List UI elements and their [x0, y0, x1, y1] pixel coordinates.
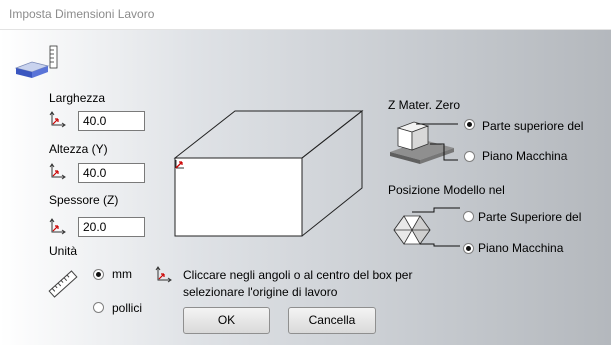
model-position-label: Posizione Modello nel — [388, 183, 505, 197]
window-title: Imposta Dimensioni Lavoro — [9, 7, 155, 21]
axis-origin-icon — [49, 111, 66, 128]
model-top-label: Parte Superiore del — [478, 210, 582, 224]
width-field[interactable] — [78, 111, 145, 131]
units-mm-radio[interactable] — [93, 269, 104, 280]
height-label: Altezza (Y) — [49, 142, 108, 156]
width-label: Larghezza — [49, 91, 106, 105]
z-zero-bed-label: Piano Macchina — [482, 149, 568, 163]
hint-line-1: Cliccare negli angoli o al centro del bo… — [183, 268, 413, 282]
units-label: Unità — [49, 244, 78, 258]
model-top-radio[interactable] — [463, 211, 474, 222]
hint-line-2: selezionare l'origine di lavoro — [183, 285, 338, 299]
dialog-body: Larghezza Altezza (Y) Spessore (Z) Unità — [0, 30, 611, 345]
model-position-icon — [393, 207, 460, 247]
z-zero-label: Z Mater. Zero — [388, 98, 461, 112]
thickness-label: Spessore (Z) — [49, 193, 119, 207]
height-field[interactable] — [78, 163, 145, 183]
model-bed-radio[interactable] — [463, 243, 474, 254]
cancel-button[interactable]: Cancella — [288, 307, 376, 334]
model-bed-label: Piano Macchina — [478, 241, 564, 255]
z-zero-top-label: Parte superiore del — [482, 119, 584, 133]
z-zero-bed-radio[interactable] — [464, 151, 475, 162]
units-inch-radio[interactable] — [93, 302, 104, 313]
title-bar: Imposta Dimensioni Lavoro — [0, 0, 611, 30]
axis-origin-icon — [155, 266, 172, 283]
ok-button[interactable]: OK — [183, 307, 270, 334]
axis-origin-icon — [49, 218, 66, 235]
thickness-field[interactable] — [78, 217, 145, 237]
units-inch-label: pollici — [112, 301, 143, 315]
axis-origin-icon — [49, 163, 66, 180]
material-top-icon — [390, 121, 458, 164]
z-zero-top-radio[interactable] — [464, 119, 475, 130]
origin-box-diagram[interactable] — [170, 108, 370, 238]
ruler-icon — [48, 270, 78, 298]
units-mm-label: mm — [112, 267, 132, 281]
job-size-icon — [14, 45, 58, 78]
